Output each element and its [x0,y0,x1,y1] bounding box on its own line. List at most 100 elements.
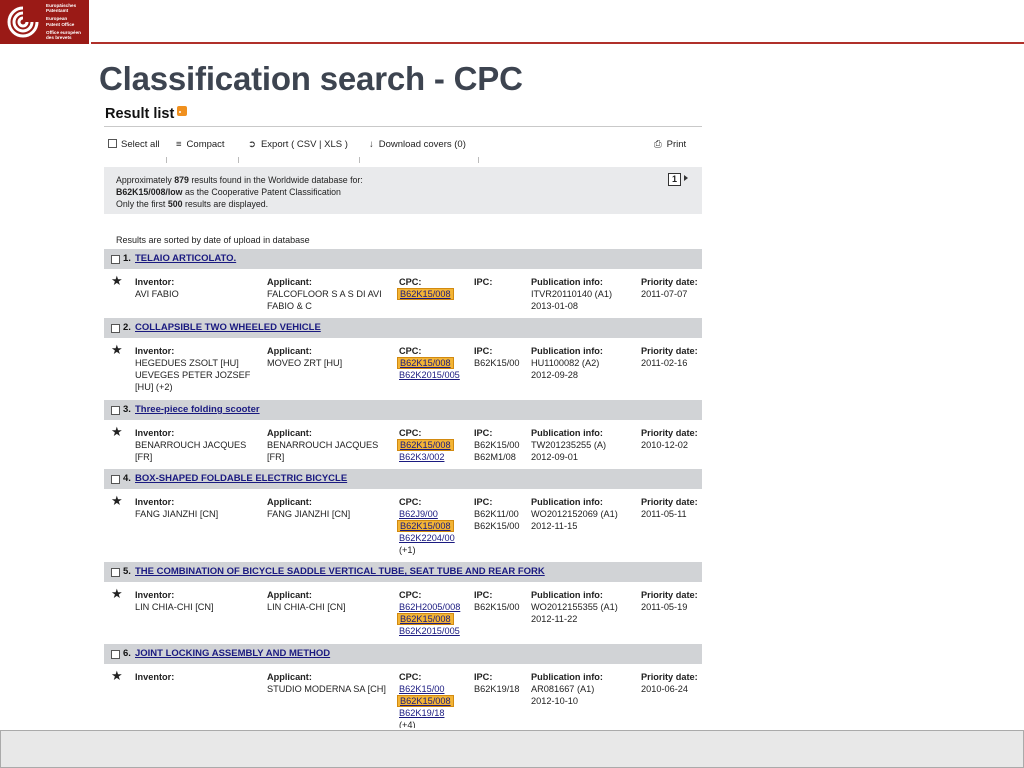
inventor-column: Inventor: LIN CHIA-CHI [CN] [135,589,259,613]
star-icon[interactable]: ★ [111,494,123,507]
epo-logo-icon [7,6,39,38]
select-all-button[interactable]: Select all [108,139,160,150]
priority-label: Priority date: [641,672,698,682]
result-title-link[interactable]: COLLAPSIBLE TWO WHEELED VEHICLE [135,322,321,333]
export-label: Export [260,139,289,150]
applicant-value: STUDIO MODERNA SA [CH] [267,684,386,694]
cpc-more[interactable]: (+4) [399,719,471,728]
toolbar-separator [359,157,360,163]
star-icon[interactable]: ★ [111,425,123,438]
result-checkbox[interactable] [111,324,120,333]
cpc-more[interactable]: (+1) [399,544,471,556]
cpc-link[interactable]: B62K15/008 [397,439,454,451]
applicant-column: Applicant: FANG JIANZHI [CN] [267,496,391,520]
publication-column: Publication info: TW201235255 (A) 2012-09-… [531,427,636,463]
cpc-row: B62J9/00 [399,508,471,520]
applicant-column: Applicant: MOVEO ZRT [HU] [267,345,391,369]
star-icon[interactable]: ★ [111,669,123,682]
cpc-link[interactable]: B62K15/008 [397,695,454,707]
cpc-link[interactable]: B62K2015/005 [399,369,460,381]
priority-date: 2010-06-24 [641,684,688,694]
priority-label: Priority date: [641,346,698,356]
cpc-column: CPC: B62K15/008 B62K2015/005 [397,345,471,381]
publication-value: 2012-11-22 [531,614,578,624]
result-list-panel: Result list Select all ≡ Compact ➲ Export … [104,103,702,728]
rss-icon[interactable] [177,106,188,116]
inventor-label: Inventor: [135,346,175,356]
cpc-row: B62K2015/005 [399,369,471,381]
result-checkbox[interactable] [111,406,120,415]
publication-value: HU1100082 (A2) [531,358,600,368]
star-icon[interactable]: ★ [111,343,123,356]
slide-title: Classification search - CPC [99,60,523,97]
checkbox-icon[interactable] [108,139,117,148]
priority-date: 2011-02-16 [641,358,688,368]
cpc-link[interactable]: B62J9/00 [399,508,438,520]
ipc-value: B62K15/00 [474,358,520,368]
cpc-link[interactable]: B62K15/008 [397,613,454,625]
cpc-link[interactable]: B62K15/00 [399,683,444,695]
result-checkbox[interactable] [111,475,120,484]
applicant-label: Applicant: [267,428,312,438]
result-number: 4. [123,473,131,484]
publication-column: Publication info: WO2012152069 (A1) 2012-1… [531,496,636,532]
results-summary: Approximately 879 results found in the W… [104,167,702,214]
star-icon[interactable]: ★ [111,587,123,600]
result-header: 5. THE COMBINATION OF BICYCLE SADDLE VERT… [104,562,702,582]
publication-value: 2012-09-01 [531,452,578,462]
publication-value: WO2012152069 (A1) [531,509,618,519]
result-title-link[interactable]: JOINT LOCKING ASSEMBLY AND METHOD [135,648,330,659]
ipc-column: IPC: B62K15/00 [474,589,529,613]
result-number: 3. [123,404,131,415]
inventor-value: BENARROUCH JACQUES [135,440,247,450]
cpc-column: CPC: B62J9/00 B62K15/008 B62K2204/00 (+1) [397,496,471,556]
result-number: 2. [123,322,131,333]
cpc-link[interactable]: B62K15/008 [397,357,454,369]
compact-label: Compact [186,139,225,150]
cpc-link[interactable]: B62K15/008 [397,520,454,532]
result-checkbox[interactable] [111,650,120,659]
toolbar-separator [238,157,239,163]
publication-value: TW201235255 (A) [531,440,607,450]
result-title-link[interactable]: THE COMBINATION OF BICYCLE SADDLE VERTIC… [135,566,545,577]
cpc-link[interactable]: B62K3/002 [399,451,444,463]
export-formats[interactable]: ( CSV | XLS ) [291,139,348,150]
ipc-value: B62M1/08 [474,452,516,462]
cpc-row: B62K15/00 [399,683,471,695]
result-title-link[interactable]: TELAIO ARTICOLATO. [135,253,236,264]
publication-column: Publication info: WO2012155355 (A1) 2012-1… [531,589,636,625]
result-title-link[interactable]: Three-piece folding scooter [135,404,260,415]
publication-value: 2012-11-15 [531,521,578,531]
inventor-value: LIN CHIA-CHI [CN] [135,602,214,612]
cpc-link[interactable]: B62K19/18 [399,707,444,719]
result-checkbox[interactable] [111,255,120,264]
publication-label: Publication info: [531,346,603,356]
cpc-link[interactable]: B62K2015/005 [399,625,460,637]
result-title-link[interactable]: BOX-SHAPED FOLDABLE ELECTRIC BICYCLE [135,473,347,484]
list-icon: ≡ [176,139,182,150]
export-button[interactable]: ➲ Export ( CSV | XLS ) [248,139,348,150]
result-checkbox[interactable] [111,568,120,577]
priority-column: Priority date: 2011-05-11 [641,496,702,520]
publication-value: ITVR20110140 (A1) [531,289,613,299]
download-covers-button[interactable]: ↓ Download covers (0) [369,139,466,150]
star-icon[interactable]: ★ [111,274,123,287]
page-number[interactable]: 1 [668,173,681,186]
cpc-link[interactable]: B62K2204/00 [399,532,455,544]
next-page-icon[interactable] [684,175,688,181]
cpc-column: CPC: B62K15/00 B62K15/008 B62K19/18 (+4) [397,671,471,728]
summary-line-1: Approximately 879 results found in the W… [116,175,363,185]
applicant-label: Applicant: [267,590,312,600]
cpc-row: B62K15/008 [397,357,471,369]
result-number: 5. [123,566,131,577]
publication-label: Publication info: [531,277,603,287]
inventor-column: Inventor: FANG JIANZHI [CN] [135,496,259,520]
publication-value: WO2012155355 (A1) [531,602,618,612]
compact-button[interactable]: ≡ Compact [176,139,225,150]
applicant-label: Applicant: [267,497,312,507]
cpc-label: CPC: [399,346,422,356]
inventor-value: FANG JIANZHI [CN] [135,509,219,519]
cpc-link[interactable]: B62H2005/008 [399,601,460,613]
cpc-link[interactable]: B62K15/008 [397,288,454,300]
print-button[interactable]: ⎙ Print [654,139,686,150]
